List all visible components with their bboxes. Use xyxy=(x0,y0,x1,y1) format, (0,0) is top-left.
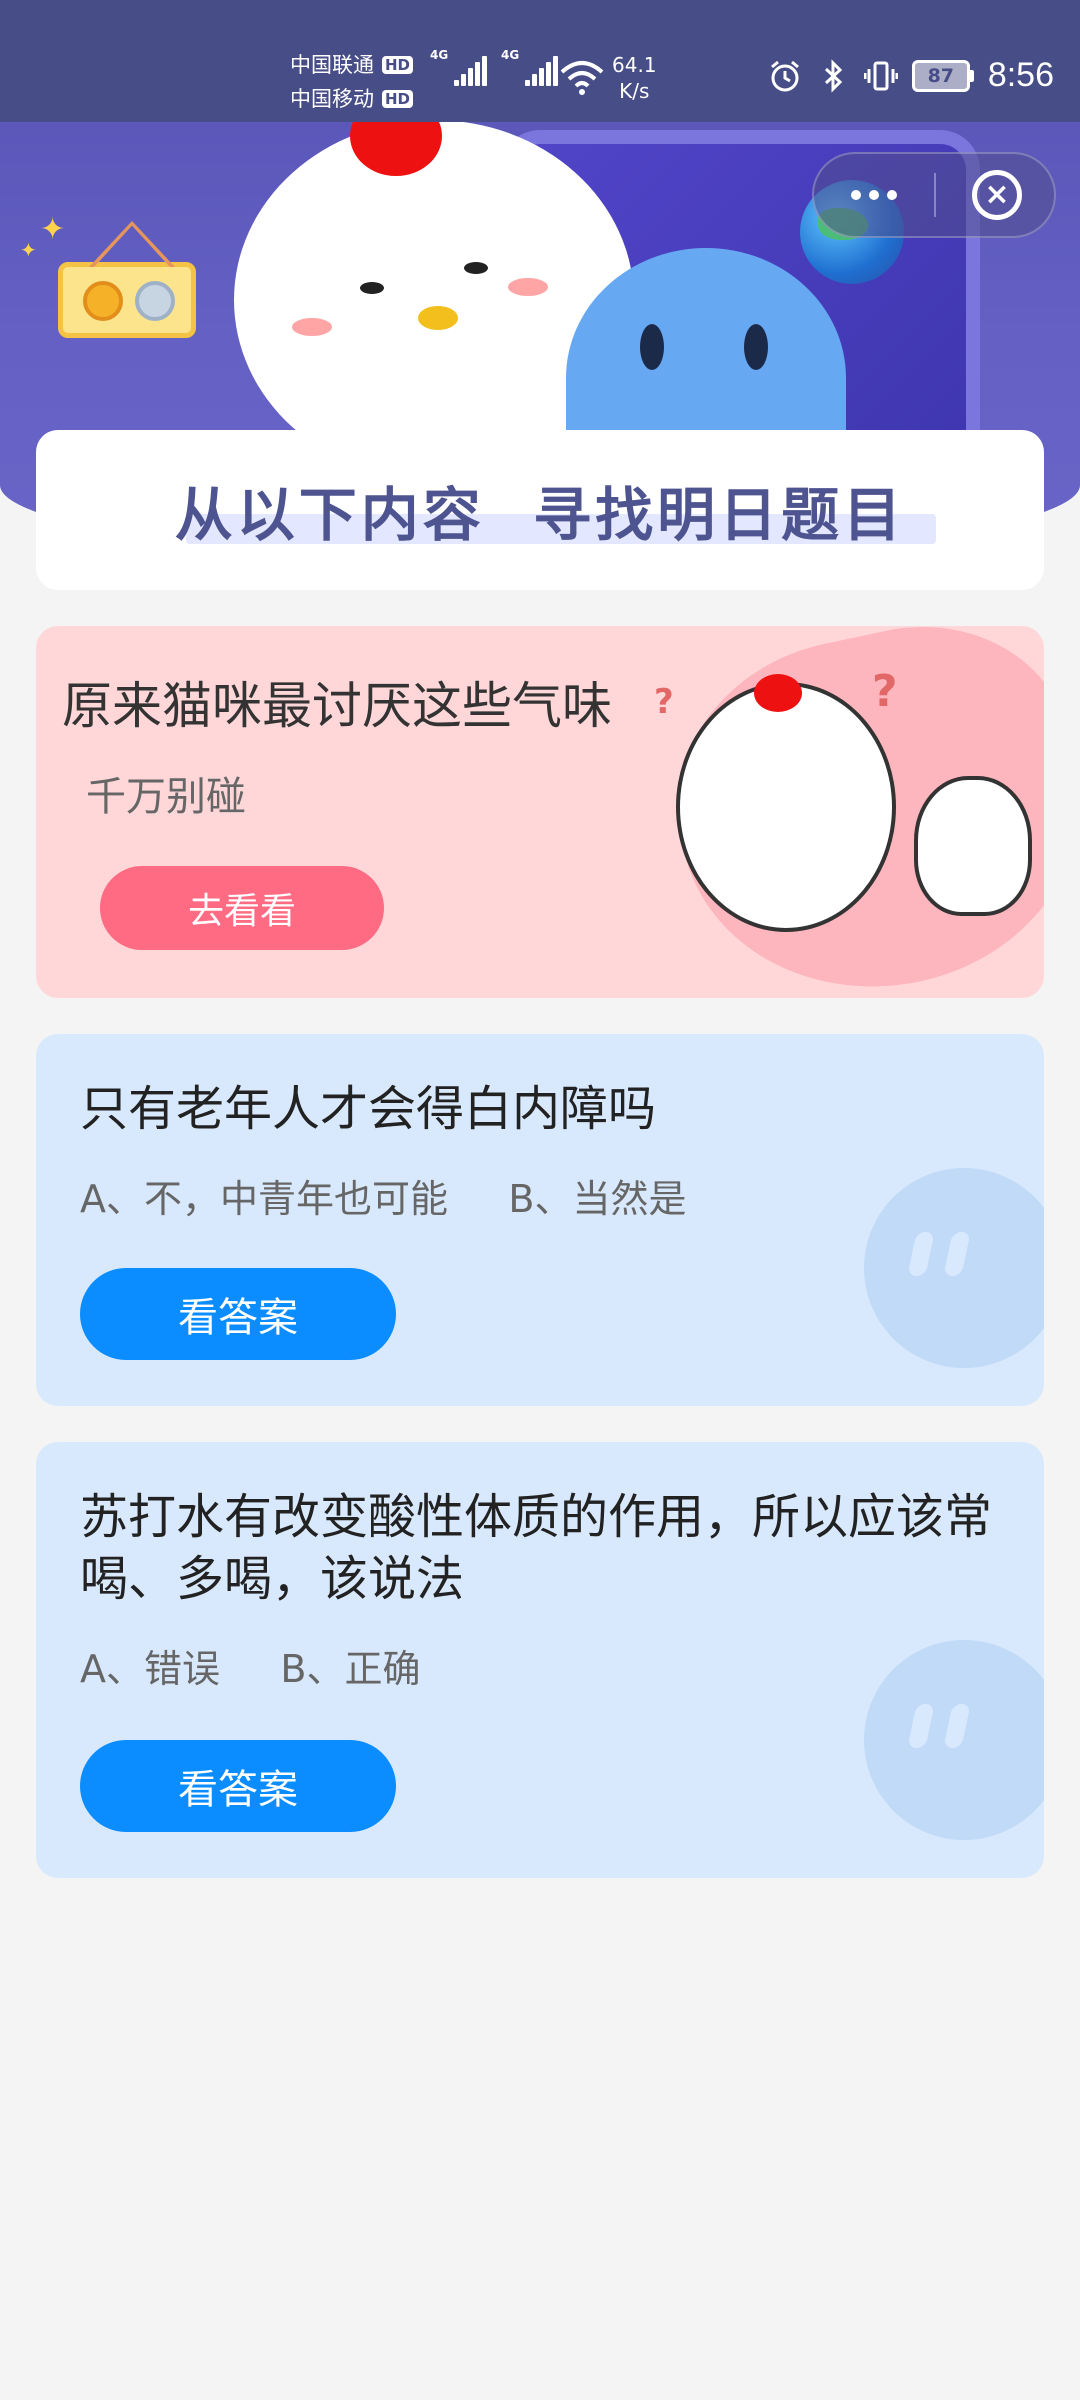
silver-medal-icon xyxy=(135,281,175,321)
net-speed: 64.1 K/s xyxy=(612,52,657,104)
go-see-button[interactable]: 去看看 xyxy=(100,866,384,950)
wifi-icon xyxy=(560,61,604,95)
clock: 8:56 xyxy=(987,56,1054,94)
vibrate-icon xyxy=(863,61,898,90)
question-title: 只有老年人才会得白内障吗 xyxy=(80,1081,657,1137)
hd-badge: HD xyxy=(382,90,414,108)
net-speed-unit: K/s xyxy=(619,79,650,103)
carrier-1: 中国联通 xyxy=(290,53,374,77)
chick-beak xyxy=(418,306,458,330)
question-options: A、错误 B、正确 xyxy=(80,1647,421,1691)
question-mark-icon: ? xyxy=(872,666,898,717)
signal-icon: 4G 4G xyxy=(430,48,558,86)
chick-mascot-illustration xyxy=(676,682,896,932)
article-subtitle: 千万别碰 xyxy=(86,774,246,820)
alien-eye xyxy=(744,324,768,370)
chick-eye xyxy=(360,282,384,294)
banner-title: 从以下内容 寻找明日题目 xyxy=(174,481,906,549)
cat-illustration xyxy=(914,776,1032,916)
chat-bubble-icon xyxy=(864,1640,1044,1840)
question-card: 只有老年人才会得白内障吗 A、不，中青年也可能 B、当然是 看答案 xyxy=(36,1034,1044,1406)
question-options: A、不，中青年也可能 B、当然是 xyxy=(80,1177,687,1221)
medal-frame-illustration xyxy=(58,262,196,338)
chick-eye xyxy=(464,262,488,274)
mini-program-capsule: × xyxy=(812,152,1056,238)
battery-level: 87 xyxy=(911,59,970,92)
chick-comb-illustration xyxy=(754,674,802,712)
article-title: 原来猫咪最讨厌这些气味 xyxy=(62,677,612,735)
banner-card: 从以下内容 寻找明日题目 xyxy=(36,430,1044,590)
status-bar: 中国联通 HD 中国移动 HD 4G 4G 64.1 K/s 87 8:56 xyxy=(0,0,1080,122)
hd-badge: HD xyxy=(382,56,414,74)
alien-eye xyxy=(640,324,664,370)
view-answer-button[interactable]: 看答案 xyxy=(80,1268,396,1360)
capsule-divider xyxy=(934,173,936,217)
alarm-icon xyxy=(770,60,799,91)
article-card[interactable]: 原来猫咪最讨厌这些气味 千万别碰 去看看 ? ? xyxy=(36,626,1044,998)
gold-medal-icon xyxy=(83,281,123,321)
chat-bubble-icon xyxy=(864,1168,1044,1368)
question-title: 苏打水有改变酸性体质的作用，所以应该常喝、多喝，该说法 xyxy=(80,1489,993,1607)
sparkle-icon: ✦ xyxy=(20,238,37,262)
network-type-2: 4G xyxy=(501,48,520,62)
bluetooth-icon xyxy=(824,58,842,93)
battery-icon: 87 xyxy=(911,59,974,92)
chick-blush xyxy=(508,278,548,296)
more-dots-icon[interactable] xyxy=(814,190,934,200)
carrier-info: 中国联通 HD 中国移动 HD xyxy=(290,48,414,116)
close-circle-icon[interactable]: × xyxy=(972,170,1022,220)
network-type-1: 4G xyxy=(430,48,449,62)
question-card: 苏打水有改变酸性体质的作用，所以应该常喝、多喝，该说法 A、错误 B、正确 看答… xyxy=(36,1442,1044,1878)
sparkle-icon: ✦ xyxy=(40,212,66,247)
carrier-2: 中国移动 xyxy=(290,87,374,111)
chick-blush xyxy=(292,318,332,336)
net-speed-value: 64.1 xyxy=(612,53,657,77)
view-answer-button[interactable]: 看答案 xyxy=(80,1740,396,1832)
question-mark-icon: ? xyxy=(654,682,674,722)
